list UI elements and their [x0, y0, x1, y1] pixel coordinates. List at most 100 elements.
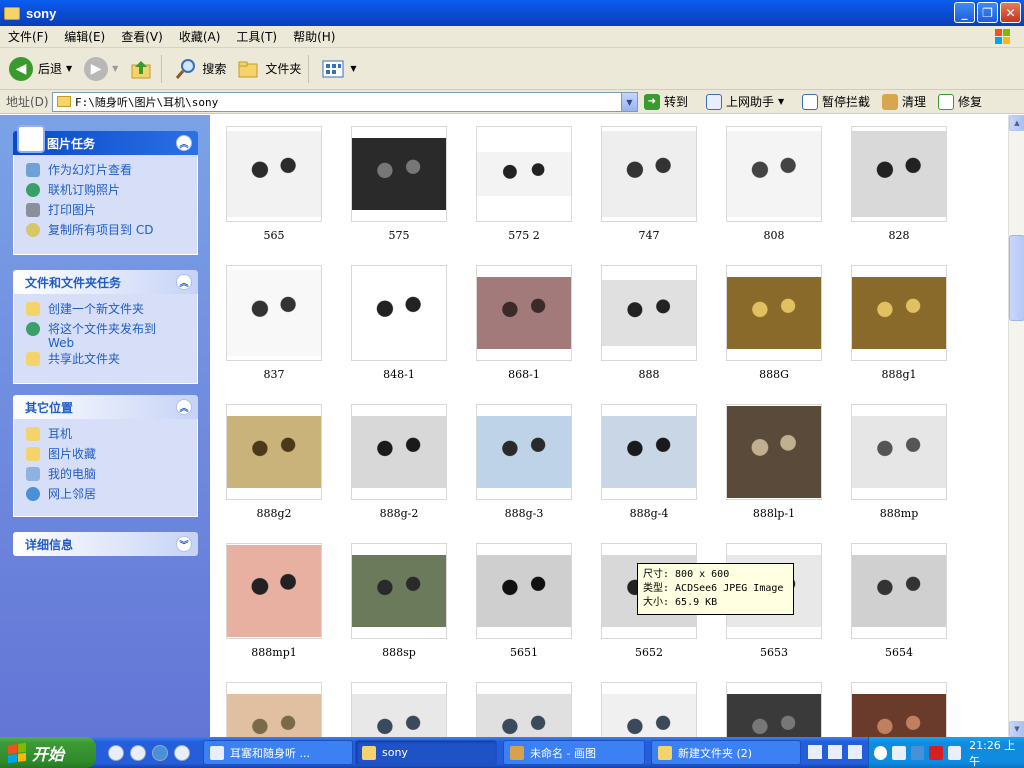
address-input[interactable]: F:\随身听\图片\耳机\sony ▼: [52, 92, 638, 112]
collapse-icon[interactable]: ︽: [176, 274, 192, 290]
thumbnail-caption[interactable]: 888g2: [226, 507, 322, 520]
image-thumbnail[interactable]: [476, 265, 572, 361]
vertical-scrollbar[interactable]: ▲ ▼: [1008, 115, 1024, 737]
thumbnail-caption[interactable]: 828: [851, 229, 947, 242]
back-button[interactable]: ◀ 后退 ▼: [6, 51, 75, 87]
thumbnail-caption[interactable]: 808: [726, 229, 822, 242]
views-button[interactable]: ▼: [319, 51, 359, 87]
image-thumbnail[interactable]: [726, 404, 822, 500]
thumbnail-caption[interactable]: 5651: [476, 646, 572, 659]
thumbnail-caption[interactable]: 5653: [726, 646, 822, 659]
thumbnail-caption[interactable]: 888g-3: [476, 507, 572, 520]
my-pictures-link[interactable]: 图片收藏: [26, 445, 197, 465]
image-thumbnail[interactable]: [601, 126, 697, 222]
folders-button[interactable]: 文件夹: [235, 51, 304, 87]
details-header[interactable]: 详细信息 ︾: [13, 532, 198, 556]
order-prints-link[interactable]: 联机订购照片: [26, 181, 197, 201]
menu-edit[interactable]: 编辑(E): [56, 28, 113, 45]
repair-button[interactable]: 修复: [938, 93, 982, 110]
thumbnail-caption[interactable]: 868-1: [476, 368, 572, 381]
earphones-folder-link[interactable]: 耳机: [26, 425, 197, 445]
collapse-icon[interactable]: ︽: [176, 135, 192, 151]
thumbnail-caption[interactable]: 747: [601, 229, 697, 242]
tray-app-icon[interactable]: [874, 745, 888, 760]
thumbnail-caption[interactable]: 848-1: [351, 368, 447, 381]
file-folder-tasks-header[interactable]: 文件和文件夹任务 ︽: [13, 270, 198, 294]
thumbnail-caption[interactable]: 565: [226, 229, 322, 242]
image-thumbnail[interactable]: [601, 265, 697, 361]
image-thumbnail[interactable]: [351, 543, 447, 639]
menu-view[interactable]: 查看(V): [113, 28, 171, 45]
network-places-link[interactable]: 网上邻居: [26, 485, 197, 505]
thumbnail-caption[interactable]: 888mp1: [226, 646, 322, 659]
task-paint-window[interactable]: 未命名 - 画图: [503, 740, 645, 765]
image-thumbnail[interactable]: [476, 543, 572, 639]
thumbnail-caption[interactable]: 888: [601, 368, 697, 381]
image-thumbnail[interactable]: [351, 404, 447, 500]
tray-app-icon[interactable]: [892, 745, 906, 760]
image-thumbnail[interactable]: [851, 682, 947, 737]
image-thumbnail[interactable]: [476, 404, 572, 500]
image-thumbnail[interactable]: [851, 404, 947, 500]
minimize-button[interactable]: _: [954, 2, 975, 23]
thumbnail-caption[interactable]: 5652: [601, 646, 697, 659]
thumbnail-caption[interactable]: 888sp: [351, 646, 447, 659]
image-thumbnail[interactable]: [226, 126, 322, 222]
thumbnail-caption[interactable]: 888g1: [851, 368, 947, 381]
scroll-thumb[interactable]: [1009, 235, 1024, 321]
other-places-header[interactable]: 其它位置 ︽: [13, 395, 198, 419]
image-thumbnail[interactable]: [726, 682, 822, 737]
image-thumbnail[interactable]: [351, 126, 447, 222]
slideshow-link[interactable]: 作为幻灯片查看: [26, 161, 197, 181]
thumbnail-caption[interactable]: 575 2: [476, 229, 572, 242]
quicklaunch-app-icon[interactable]: [130, 744, 146, 761]
web-assistant-dropdown-icon[interactable]: ▼: [778, 97, 784, 106]
publish-to-web-link[interactable]: 将这个文件夹发布到 Web: [26, 320, 197, 350]
thumbnail-caption[interactable]: 888lp-1: [726, 507, 822, 520]
image-thumbnail[interactable]: [726, 265, 822, 361]
address-dropdown-icon[interactable]: ▼: [621, 93, 637, 111]
menu-file[interactable]: 文件(F): [0, 28, 56, 45]
task-sony-window[interactable]: sony: [355, 740, 497, 765]
web-assistant-button[interactable]: 上网助手 ▼: [706, 93, 784, 110]
share-folder-link[interactable]: 共享此文件夹: [26, 350, 197, 370]
print-pictures-link[interactable]: 打印图片: [26, 201, 197, 221]
image-thumbnail[interactable]: [226, 682, 322, 737]
thumbnail-caption[interactable]: 837: [226, 368, 322, 381]
image-thumbnail[interactable]: [351, 265, 447, 361]
image-thumbnail[interactable]: [851, 265, 947, 361]
copy-to-cd-link[interactable]: 复制所有项目到 CD: [26, 221, 197, 241]
menu-tools[interactable]: 工具(T): [228, 28, 285, 45]
picture-tasks-header[interactable]: 图片任务 ︽: [13, 125, 198, 155]
help-icon[interactable]: [828, 745, 842, 759]
task-new-folder-window[interactable]: 新建文件夹 (2): [651, 740, 801, 765]
thumbnail-caption[interactable]: 575: [351, 229, 447, 242]
thumbnail-view[interactable]: 565 575 575 2 747 808 828 837 848-1 868-1 888 888G…: [210, 115, 1008, 737]
thumbnail-caption[interactable]: 888g-2: [351, 507, 447, 520]
back-dropdown-icon[interactable]: ▼: [66, 64, 72, 73]
image-thumbnail[interactable]: [851, 543, 947, 639]
forward-dropdown-icon[interactable]: ▼: [112, 64, 118, 73]
quicklaunch-app-icon[interactable]: [174, 744, 190, 761]
menu-help[interactable]: 帮助(H): [285, 28, 343, 45]
image-thumbnail[interactable]: [226, 404, 322, 500]
image-thumbnail[interactable]: [601, 404, 697, 500]
scroll-up-button[interactable]: ▲: [1009, 115, 1024, 131]
views-dropdown-icon[interactable]: ▼: [350, 64, 356, 73]
expand-icon[interactable]: ︾: [176, 536, 192, 552]
image-thumbnail[interactable]: [351, 682, 447, 737]
up-folder-button[interactable]: [127, 51, 157, 87]
thumbnail-caption[interactable]: 888g-4: [601, 507, 697, 520]
keyboard-icon[interactable]: [808, 745, 822, 759]
thumbnail-caption[interactable]: 888mp: [851, 507, 947, 520]
antivirus-icon[interactable]: [929, 745, 943, 760]
network-icon[interactable]: [910, 745, 925, 760]
image-thumbnail[interactable]: [726, 126, 822, 222]
menu-favorites[interactable]: 收藏(A): [171, 28, 229, 45]
maximize-button[interactable]: ❐: [977, 2, 998, 23]
internet-explorer-icon[interactable]: [152, 744, 168, 761]
task-earphones-window[interactable]: 耳塞和随身听 ...: [203, 740, 353, 765]
collapse-icon[interactable]: ︽: [176, 399, 192, 415]
new-folder-link[interactable]: 创建一个新文件夹: [26, 300, 197, 320]
image-thumbnail[interactable]: [476, 126, 572, 222]
